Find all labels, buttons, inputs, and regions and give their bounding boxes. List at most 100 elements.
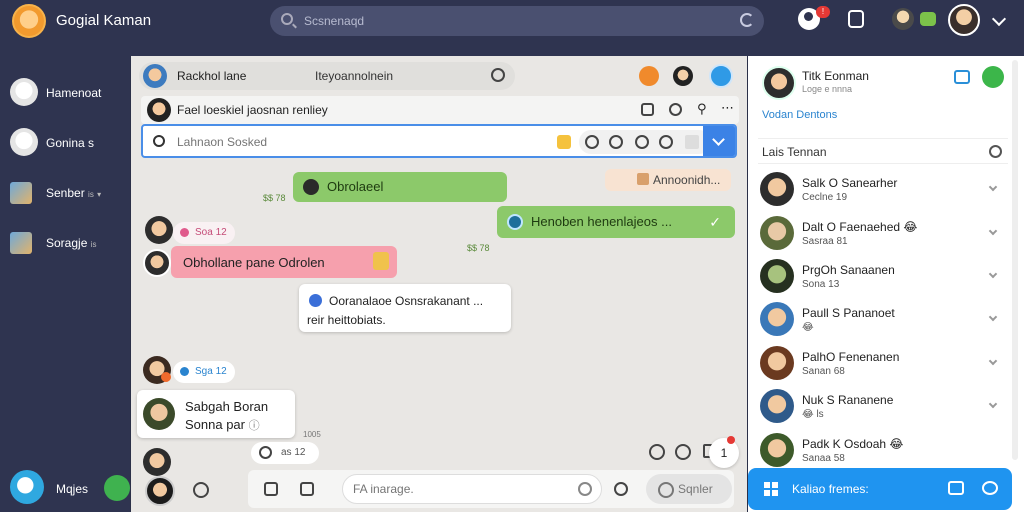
chat-icon[interactable] [920, 12, 936, 26]
more-icon[interactable]: ⋯ [721, 100, 734, 115]
emoji-icon[interactable] [193, 482, 209, 498]
games-icon[interactable] [104, 475, 130, 501]
chevron-down-icon[interactable] [988, 356, 998, 366]
grid-icon[interactable] [764, 482, 778, 496]
image-icon[interactable] [641, 103, 654, 116]
info-icon[interactable] [709, 64, 733, 88]
bottom-action-bar[interactable]: Kaliao fremes: [748, 468, 1012, 510]
message-bubble: Sabgah Boran Sonna par ⓘ [137, 390, 295, 438]
footer-label: Kaliao fremes: [792, 482, 869, 496]
message-search-input[interactable] [177, 134, 477, 150]
send-button[interactable]: Sqnler [646, 474, 732, 504]
sticker-icon [507, 214, 523, 230]
scrollbar[interactable] [1012, 60, 1018, 460]
contact-item[interactable]: PrgOh Sanaanen Sona 13 [760, 259, 1010, 299]
contact-name: Paull S Pananoet [802, 306, 895, 320]
sticker-icon [303, 179, 319, 195]
contact-item[interactable]: Nuk S Rananene 😂 ls [760, 389, 1010, 429]
my-avatar[interactable] [145, 476, 175, 506]
notification-icon[interactable] [639, 66, 659, 86]
avatar [760, 389, 794, 423]
chevron-down-icon[interactable] [988, 226, 998, 236]
contact-item[interactable]: Padk K Osdoah 😂 Sanaa 58 [760, 433, 1010, 473]
contact-item[interactable]: Salk O Sanearher Ceclne 19 [760, 172, 1010, 212]
like-icon[interactable] [264, 482, 278, 496]
search-icon [281, 13, 293, 25]
folder-icon[interactable] [557, 135, 571, 149]
share-icon[interactable] [848, 10, 864, 28]
sidebar-item-label: Hamenoat [46, 86, 102, 100]
contact-item[interactable]: Paull S Pananoet 😂 [760, 302, 1010, 342]
right-panel: Titk Eonman Loge e nnna Vodan Dentons La… [748, 56, 1024, 512]
avatar [760, 346, 794, 380]
message-search-bar[interactable] [141, 124, 737, 158]
participant-avatar-icon[interactable] [673, 66, 693, 86]
reaction-pill[interactable]: Soa 12 [173, 222, 235, 244]
contact-status: Sanaa 58 [802, 453, 845, 464]
emoji-icon[interactable] [609, 135, 623, 149]
contact-item[interactable]: Dalt O Faenaehed 😂 Sasraa 81 [760, 216, 1010, 256]
search-icon[interactable] [491, 68, 505, 82]
emoji-icon[interactable] [649, 444, 665, 460]
heart-icon[interactable] [578, 482, 592, 496]
pin-icon[interactable]: ⚲ [697, 101, 710, 116]
avatar [760, 433, 794, 467]
screen-icon[interactable] [948, 481, 964, 495]
status-dot [161, 372, 171, 382]
avatar[interactable] [143, 249, 171, 277]
emoji-icon[interactable] [635, 135, 649, 149]
global-search-bar[interactable] [270, 6, 764, 36]
sidebar-item-3[interactable]: Senber is ▾ [10, 178, 126, 208]
gear-icon[interactable] [989, 145, 1002, 158]
contact-status: Sona 13 [802, 279, 840, 290]
unread-count-button[interactable]: 1 [709, 438, 739, 468]
contacts-section-header: Lais Tennan [758, 138, 1008, 164]
reaction-pill[interactable]: Sga 12 [173, 361, 235, 383]
square-icon[interactable] [685, 135, 699, 149]
chevron-down-icon[interactable] [988, 399, 998, 409]
profile-link[interactable]: Vodan Dentons [762, 109, 837, 121]
friend-avatar-icon[interactable] [892, 8, 914, 30]
emoji-icon[interactable] [675, 444, 691, 460]
chevron-down-icon[interactable] [988, 182, 998, 192]
sidebar-item-2[interactable]: Gonina s [10, 128, 126, 158]
chevron-down-icon[interactable] [988, 269, 998, 279]
contact-name: PrgOh Sanaanen [802, 263, 895, 277]
status-dot [727, 436, 735, 444]
avatar[interactable] [143, 64, 167, 88]
message-text: Obrolaeel [327, 179, 384, 194]
refresh-icon[interactable] [740, 13, 754, 27]
search-submit-button[interactable] [703, 126, 735, 156]
emoji-icon[interactable] [659, 135, 673, 149]
image-icon[interactable] [300, 482, 314, 496]
global-search-input[interactable] [304, 12, 684, 30]
contact-name: Nuk S Rananene [802, 393, 894, 407]
search-icon [153, 135, 165, 147]
add-user-icon[interactable] [954, 70, 970, 84]
message-bubble: Obrolaeel [293, 172, 507, 202]
subheader-text: Fael loeskiel jaosnan renliey [177, 103, 328, 117]
contact-item[interactable]: PalhO Fenenanen Sanan 68 [760, 346, 1010, 386]
avatar[interactable] [145, 216, 173, 244]
reaction-pill[interactable]: as 12 [251, 442, 319, 464]
emoji-icon[interactable] [614, 482, 628, 496]
message-input[interactable] [342, 474, 602, 504]
timestamp: 1005 [303, 430, 321, 439]
settings-icon[interactable] [982, 481, 998, 495]
filter-icon[interactable] [585, 135, 599, 149]
my-avatar[interactable] [10, 470, 44, 504]
sidebar-item-4[interactable]: Soragje is [10, 228, 126, 258]
chat-title: Rackhol lane [177, 69, 247, 83]
check-icon: ✓ [709, 214, 721, 230]
clock-icon[interactable] [669, 103, 682, 116]
profile-avatar[interactable] [762, 66, 796, 100]
avatar[interactable] [143, 448, 171, 476]
online-status-icon[interactable] [982, 66, 1004, 88]
user-avatar[interactable] [948, 4, 980, 36]
chat-subtitle: Iteyoannolnein [315, 69, 394, 83]
sidebar-item-label: Gonina s [46, 136, 95, 150]
chevron-down-icon[interactable] [991, 11, 1007, 27]
contact-status: Sasraa 81 [802, 236, 848, 247]
sidebar-item-1[interactable]: Hamenoat [10, 78, 126, 108]
chevron-down-icon[interactable] [988, 312, 998, 322]
